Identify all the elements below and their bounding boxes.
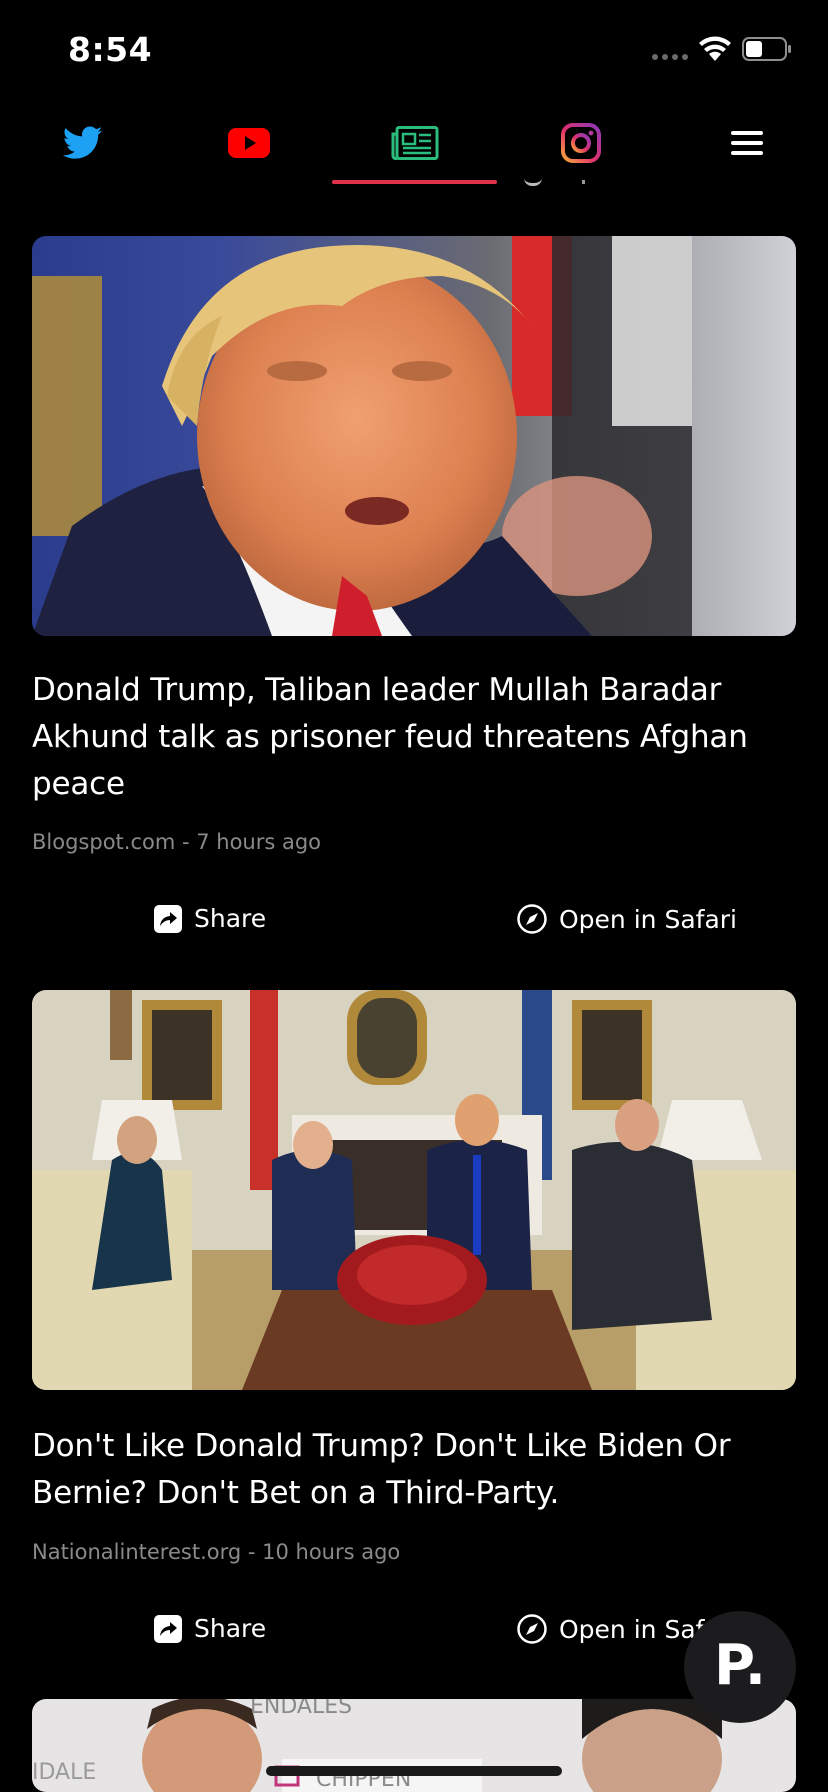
article-title[interactable]: Don't Like Donald Trump? Don't Like Bide…	[32, 1423, 796, 1517]
article-meta: Nationalinterest.org - 10 hours ago	[32, 1540, 401, 1564]
fab-logo: P.	[713, 1632, 767, 1698]
app-screen: 8:54 Donald Trump, Taliban leader Mullah…	[0, 0, 828, 1792]
article-title[interactable]: Donald Trump, Taliban leader Mullah Bara…	[32, 667, 796, 808]
instagram-icon	[561, 123, 601, 163]
tab-twitter[interactable]	[0, 100, 166, 186]
open-in-safari-button[interactable]: Open in Safari	[517, 904, 737, 934]
oval-office-photo	[32, 990, 796, 1390]
selected-tab-indicator	[332, 180, 497, 184]
share-icon	[154, 904, 182, 933]
home-indicator[interactable]	[266, 1766, 562, 1776]
article-card[interactable]: ENDALES IDALE CHIPPEN	[32, 1699, 796, 1792]
status-bar: 8:54	[0, 0, 828, 100]
tab-bar	[0, 100, 828, 186]
open-in-safari-label: Open in Safari	[559, 904, 737, 934]
share-button[interactable]: Share	[154, 1614, 266, 1643]
share-button[interactable]: Share	[154, 904, 266, 933]
status-time: 8:54	[68, 30, 153, 69]
news-icon	[391, 126, 439, 160]
share-label: Share	[194, 904, 267, 933]
pull-refresh-hint-dot	[582, 180, 585, 184]
wifi-icon	[699, 36, 731, 61]
article-image[interactable]	[32, 990, 796, 1390]
tab-news[interactable]	[332, 100, 498, 186]
article-card[interactable]: Donald Trump, Taliban leader Mullah Bara…	[32, 236, 796, 934]
share-label: Share	[194, 1614, 267, 1643]
portrait-photo	[32, 236, 796, 636]
compass-icon	[517, 904, 547, 934]
tab-youtube[interactable]	[166, 100, 332, 186]
event-backdrop-text: IDALE	[32, 1760, 96, 1785]
compass-icon	[517, 1614, 547, 1644]
event-photo: ENDALES IDALE CHIPPEN	[32, 1699, 796, 1792]
article-image[interactable]	[32, 236, 796, 636]
floating-profile-button[interactable]: P.	[684, 1611, 796, 1723]
article-meta: Blogspot.com - 7 hours ago	[32, 830, 322, 854]
youtube-icon	[228, 128, 270, 158]
article-image[interactable]: ENDALES IDALE CHIPPEN	[32, 1699, 796, 1792]
battery-icon	[742, 37, 791, 61]
tab-menu[interactable]	[664, 100, 828, 186]
menu-icon	[731, 131, 763, 155]
cellular-signal-icon	[652, 54, 688, 60]
tab-instagram[interactable]	[498, 100, 664, 186]
twitter-icon	[63, 126, 103, 159]
event-backdrop-text: ENDALES	[250, 1699, 352, 1719]
article-card[interactable]: Don't Like Donald Trump? Don't Like Bide…	[32, 990, 796, 1644]
share-icon	[154, 1614, 182, 1643]
